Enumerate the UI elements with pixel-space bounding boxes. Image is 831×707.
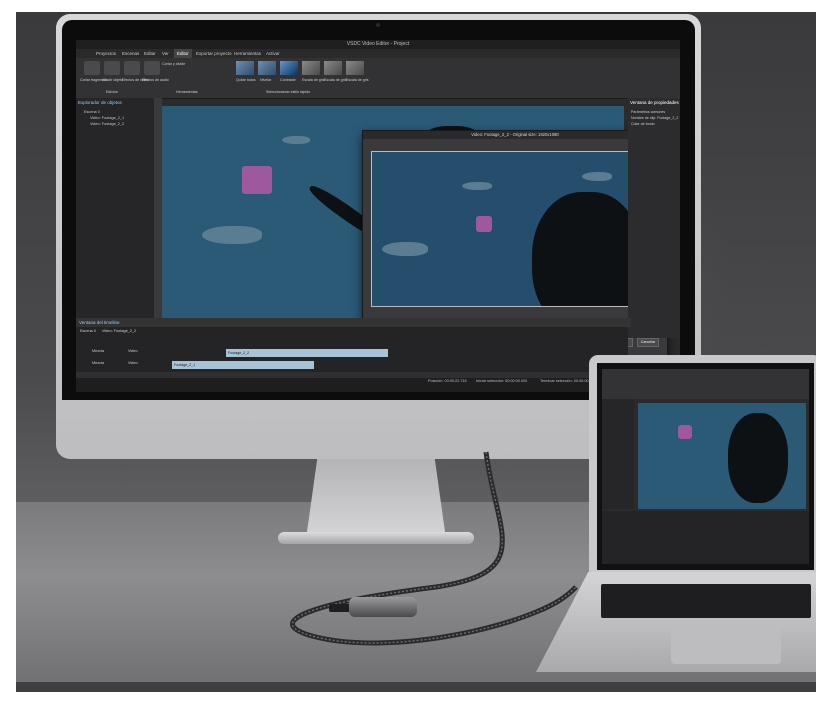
diver-silhouette <box>728 413 788 503</box>
adapter-plug <box>329 604 351 612</box>
action-camera <box>678 425 692 439</box>
laptop-explorer <box>602 399 634 509</box>
laptop-timeline <box>602 511 809 564</box>
laptop-trackpad <box>671 624 781 664</box>
laptop-screen-app <box>602 369 809 564</box>
photo-scene: VSDC Video Editor - Project Proyectos Es… <box>16 12 816 692</box>
laptop-preview <box>638 403 806 509</box>
laptop-ribbon <box>602 369 809 399</box>
laptop-keyboard <box>601 584 811 618</box>
usb-c-adapter <box>349 597 417 617</box>
